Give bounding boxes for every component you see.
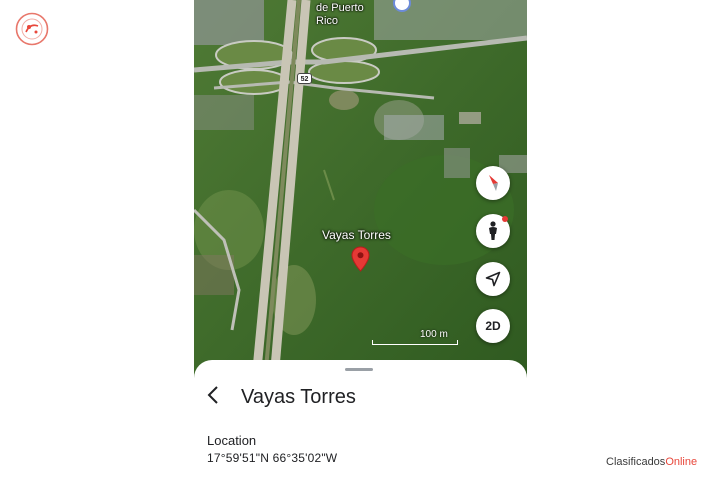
watermark-text: Clasificados	[606, 456, 666, 468]
phone-screen: de Puerto Rico 52 Vayas Torres 2D 100 m …	[194, 0, 527, 480]
map-pin-icon[interactable]	[351, 246, 370, 272]
watermark: ClasificadosOnline	[606, 456, 697, 468]
map-area-label-line: Rico	[316, 15, 339, 27]
my-location-button[interactable]	[476, 262, 510, 296]
scale-bar	[372, 340, 458, 345]
pegman-icon	[487, 221, 499, 241]
map-area-label: de Puerto Rico	[316, 2, 364, 28]
map-area-label-line: de Puerto	[316, 2, 364, 14]
coordinates-text[interactable]: 17°59'51"N 66°35'02"W	[207, 451, 337, 465]
sheet-drag-handle[interactable]	[345, 368, 373, 371]
compass-button[interactable]	[476, 166, 510, 200]
satellite-map[interactable]: de Puerto Rico 52 Vayas Torres 2D 100 m	[194, 0, 527, 380]
location-heading: Location	[207, 433, 257, 448]
watermark-accent-text: Online	[665, 456, 698, 468]
bottom-sheet: Vayas Torres Location 17°59'51"N 66°35'0…	[194, 360, 527, 480]
place-label[interactable]: Vayas Torres	[322, 228, 391, 242]
compass-icon	[485, 174, 501, 192]
navigation-arrow-icon	[485, 271, 501, 287]
notification-dot	[502, 216, 508, 222]
place-title: Vayas Torres	[241, 386, 356, 408]
app-logo	[15, 12, 49, 46]
back-button[interactable]	[202, 385, 224, 409]
view-2d-toggle[interactable]: 2D	[476, 309, 510, 343]
route-shield: 52	[297, 73, 312, 84]
scale-label: 100 m	[420, 329, 448, 340]
back-arrow-icon	[207, 385, 219, 409]
street-view-button[interactable]	[476, 214, 510, 248]
